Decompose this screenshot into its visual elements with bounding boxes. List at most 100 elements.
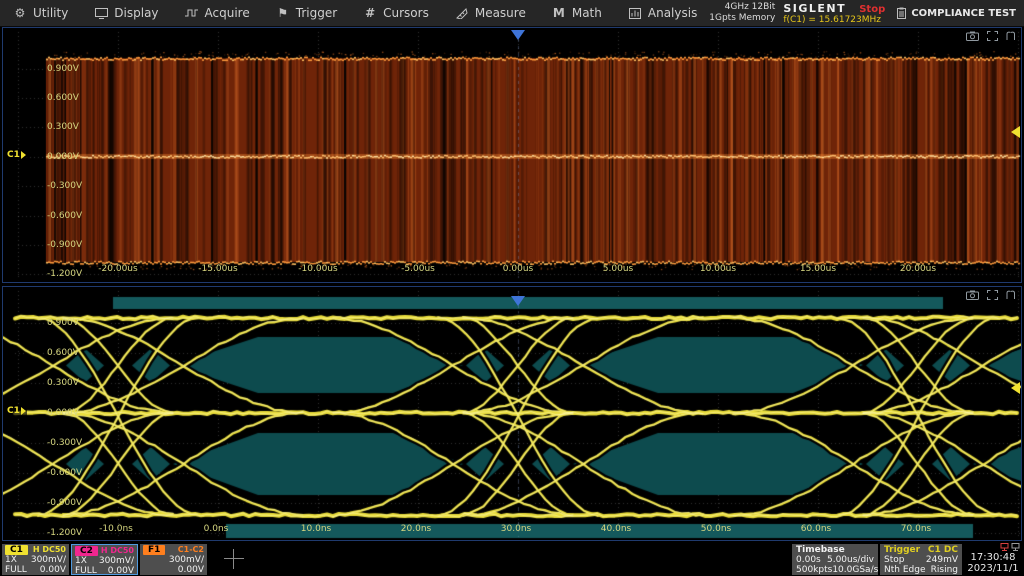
timebase-box[interactable]: Timebase 0.00s 5.00us/div 500kpts 10.0GS… bbox=[792, 544, 878, 575]
time-label: -15.00us bbox=[198, 264, 237, 274]
timebase-samplerate: 10.0GSa/s bbox=[832, 565, 878, 575]
clipboard-icon bbox=[897, 7, 906, 19]
compliance-test-button[interactable]: COMPLIANCE TEST bbox=[891, 7, 1024, 19]
channel-box-c1[interactable]: C1H DC501X300mV/FULL0.00V bbox=[2, 544, 69, 575]
menu-items: ⚙Utility Display Acquire ⚑Trigger#Cursors Me… bbox=[0, 0, 710, 26]
menu-item-label: Utility bbox=[33, 6, 68, 20]
zoom-trigger-position-marker[interactable] bbox=[511, 296, 525, 306]
time-label: -20.00us bbox=[98, 264, 137, 274]
main-waveform-plot[interactable]: 0.900V0.600V0.300V0.000V-0.300V-0.600V-0… bbox=[2, 27, 1022, 283]
camera-icon[interactable] bbox=[966, 290, 979, 300]
channel-offset: 0.00V bbox=[40, 565, 66, 575]
clock-box: 17:30:48 2023/11/1 bbox=[964, 544, 1022, 575]
main-waveform-canvas bbox=[3, 28, 1021, 282]
voltage-label: -1.200V bbox=[47, 528, 82, 538]
trigger-box[interactable]: Trigger C1 DC Stop 249mV Nth Edge Rising bbox=[880, 544, 962, 575]
voltage-label: -0.900V bbox=[47, 498, 82, 508]
timebase-title: Timebase bbox=[796, 545, 845, 555]
channel-offset-marker[interactable]: C1 bbox=[6, 150, 27, 160]
clock-date: 2023/11/1 bbox=[964, 563, 1022, 574]
voltage-label: 0.000V bbox=[47, 408, 79, 418]
trigger-position-marker[interactable] bbox=[511, 30, 525, 40]
eye-diagram-canvas bbox=[3, 287, 1021, 540]
hw-memory: 1Gpts Memory bbox=[709, 13, 775, 24]
waveform-label-icon[interactable] bbox=[1006, 31, 1016, 41]
menu-item-measure[interactable]: Measure bbox=[442, 0, 539, 26]
channel-scale: 300mV/ bbox=[99, 556, 134, 566]
expand-icon[interactable] bbox=[987, 290, 998, 300]
menu-item-label: Measure bbox=[475, 6, 526, 20]
menu-item-label: Cursors bbox=[383, 6, 429, 20]
voltage-label: 0.600V bbox=[47, 348, 79, 358]
add-cursor-crosshair-icon[interactable] bbox=[224, 549, 244, 569]
bottom-plot-toolbar bbox=[966, 290, 1016, 300]
expand-icon[interactable] bbox=[987, 31, 998, 41]
trigger-level: 249mV bbox=[926, 555, 958, 565]
channel-bandwidth: FULL bbox=[75, 566, 97, 576]
channel-scale: 300mV/ bbox=[31, 555, 66, 565]
trigger-source: C1 DC bbox=[928, 545, 958, 555]
acquisition-status[interactable]: Stop bbox=[859, 4, 885, 15]
menu-item-label: Trigger bbox=[296, 6, 337, 20]
channel-badge: C1 bbox=[5, 545, 28, 555]
time-label: 40.0ns bbox=[601, 524, 631, 534]
zoom-channel-offset-marker[interactable]: C1 bbox=[6, 406, 27, 416]
channel-coupling: H DC50 bbox=[33, 545, 66, 555]
menu-item-trigger[interactable]: ⚑Trigger bbox=[263, 0, 350, 26]
time-label: 5.00us bbox=[603, 264, 633, 274]
channel-bandwidth: FULL bbox=[5, 565, 27, 575]
time-label: 20.00us bbox=[900, 264, 936, 274]
channel-offset: 0.00V bbox=[178, 565, 204, 575]
channel-badge: C2 bbox=[75, 546, 98, 556]
menu-item-analysis[interactable]: Analysis bbox=[615, 0, 710, 26]
menu-item-label: Analysis bbox=[648, 6, 697, 20]
voltage-label: -1.200V bbox=[47, 269, 82, 279]
trigger-level-marker[interactable] bbox=[1011, 126, 1020, 138]
channel-box-f1[interactable]: F1C1-C2300mV/0.00V bbox=[140, 544, 207, 575]
menu-item-label: Display bbox=[114, 6, 158, 20]
time-label: 0.00us bbox=[503, 264, 533, 274]
channel-badge: F1 bbox=[143, 545, 165, 555]
network-status-icon bbox=[1000, 543, 1020, 551]
voltage-label: -0.600V bbox=[47, 468, 82, 478]
menu-item-cursors[interactable]: #Cursors bbox=[350, 0, 442, 26]
voltage-label: 0.000V bbox=[47, 152, 79, 162]
voltage-label: 0.600V bbox=[47, 93, 79, 103]
hw-bandwidth: 4GHz 12Bit bbox=[709, 2, 775, 13]
menu-item-math[interactable]: MMath bbox=[539, 0, 615, 26]
right-arrow-icon bbox=[21, 407, 26, 415]
voltage-label: 0.900V bbox=[47, 318, 79, 328]
channel-coupling: H DC50 bbox=[101, 546, 134, 556]
voltage-label: 0.300V bbox=[47, 122, 79, 132]
menu-bar: ⚙Utility Display Acquire ⚑Trigger#Cursors Me… bbox=[0, 0, 1024, 27]
time-label: 70.0ns bbox=[901, 524, 931, 534]
timebase-scale: 5.00us/div bbox=[827, 555, 874, 565]
waveform-label-icon[interactable] bbox=[1006, 290, 1016, 300]
menu-item-label: Acquire bbox=[205, 6, 250, 20]
trigger-status: Stop bbox=[884, 555, 904, 565]
trigger-title: Trigger bbox=[884, 545, 920, 555]
menu-item-acquire[interactable]: Acquire bbox=[172, 0, 263, 26]
menu-item-label: Math bbox=[572, 6, 602, 20]
zoom-trigger-level-marker[interactable] bbox=[1011, 382, 1020, 394]
trigger-slope: Rising bbox=[931, 565, 958, 575]
voltage-label: -0.300V bbox=[47, 181, 82, 191]
status-bar: C1H DC501X300mV/FULL0.00VC2H DC501X300mV… bbox=[0, 543, 1024, 576]
time-label: -10.0ns bbox=[99, 524, 133, 534]
channel-box-c2[interactable]: C2H DC50 1X 300mV/FULL 0.00V bbox=[71, 544, 138, 575]
time-label: -10.00us bbox=[298, 264, 337, 274]
time-label: 15.00us bbox=[800, 264, 836, 274]
voltage-label: -0.300V bbox=[47, 438, 82, 448]
camera-icon[interactable] bbox=[966, 31, 979, 41]
eye-diagram-plot[interactable]: 0.900V0.600V0.300V0.000V-0.300V-0.600V-0… bbox=[2, 286, 1022, 541]
brand-logo: SIGLENT bbox=[783, 2, 846, 15]
channel-attenuation: 1X bbox=[75, 556, 87, 566]
menu-item-display[interactable]: Display bbox=[81, 0, 171, 26]
time-label: 0.0ns bbox=[204, 524, 229, 534]
menu-item-utility[interactable]: ⚙Utility bbox=[0, 0, 81, 26]
time-label: 10.0ns bbox=[301, 524, 331, 534]
frequency-readout: f(C1) = 15.61723MHz bbox=[783, 15, 887, 26]
voltage-label: -0.600V bbox=[47, 211, 82, 221]
timebase-delay: 0.00s bbox=[796, 555, 821, 565]
channel-offset: 0.00V bbox=[108, 566, 134, 576]
